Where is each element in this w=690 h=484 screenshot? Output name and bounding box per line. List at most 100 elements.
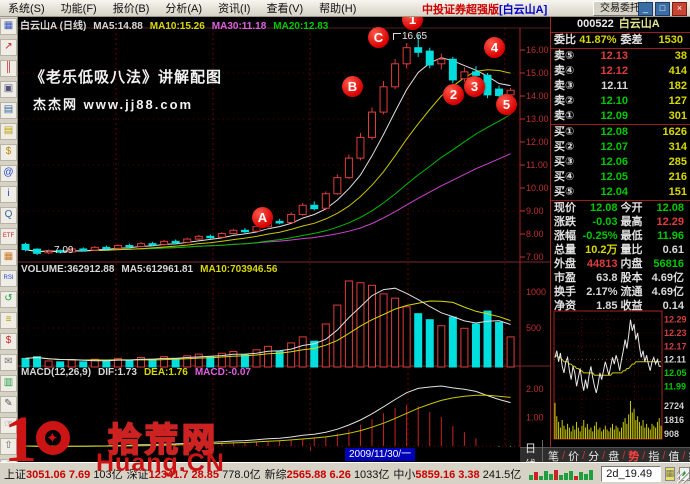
stock-info-rows: 现价 12.08 今开 12.08 涨跌 -0.03 最高 12.29 涨幅 -0.25% 最低 11… [551, 201, 690, 326]
info-row-0: 现价 12.08 今开 12.08 [554, 202, 684, 214]
app-title: 中投证券超强版[白云山A] [422, 1, 547, 17]
table-icon[interactable]: ▤ [0, 102, 17, 119]
header-segment: 白云山A (日线) [20, 21, 87, 32]
header-segment: MA10:703946.56 [200, 264, 278, 275]
date-axis-row: 2009/11/30/一 [18, 447, 520, 462]
kline-icon[interactable]: ║ [0, 60, 17, 77]
etf-icon[interactable]: ETF [0, 228, 17, 245]
bid-row-5: 买⑤ 12.04 151 [554, 186, 687, 198]
index-quotes: 上证3051.06 7.69 103亿 深证12341.7 28.85 778.0… [0, 466, 521, 482]
quote-grid-icon[interactable]: ▦ [0, 18, 17, 35]
svg-text:13.00: 13.00 [526, 114, 549, 124]
info-row-4: 外盘 44813 内盘 56816 [554, 258, 684, 270]
menu-item-2[interactable]: 报价(B) [105, 0, 158, 16]
palette-icon[interactable]: ▦ [0, 249, 17, 266]
refresh-icon[interactable]: ↺ [0, 291, 17, 308]
svg-text:16.00: 16.00 [526, 45, 549, 55]
svg-text:12.29: 12.29 [664, 315, 687, 325]
svg-text:908: 908 [664, 429, 679, 439]
mini-bar [574, 475, 579, 480]
svg-text:15.00: 15.00 [526, 68, 549, 78]
bid-row-1: 买① 12.08 1626 [554, 126, 687, 138]
app-title-red: 中投证券超强版 [422, 4, 499, 16]
maximize-button[interactable]: □ [655, 2, 670, 16]
header-segment: MA5:612961.81 [121, 264, 194, 275]
grid-status-icon[interactable]: ▦ [664, 466, 676, 481]
bid-levels: 买① 12.08 1626 买② 12.07 314 买③ 12.06 285 买④ 12.05 21… [551, 125, 690, 200]
mini-bar [589, 469, 594, 480]
header-segment: DEA:1.76 [143, 367, 188, 378]
up-arrow-icon[interactable]: ⇧ [0, 438, 17, 455]
trend-chart-icon[interactable]: ↗ [0, 39, 17, 56]
resize-grip[interactable] [677, 471, 689, 483]
moneybag-icon[interactable]: $ [0, 144, 17, 161]
index-深证: 深证12341.7 28.85 778.0亿 [126, 468, 261, 481]
chart-header: 白云山A (日线) MA5:14.88 MA10:15.26 MA30:11.18 MA… [20, 17, 335, 32]
bid-row-3: 买③ 12.06 285 [554, 156, 687, 168]
mark-circle-B: B [342, 76, 363, 97]
mark-circle-A: A [252, 207, 273, 228]
hand-icon[interactable]: ☞ [0, 417, 17, 434]
svg-text:11.00: 11.00 [526, 160, 548, 170]
book-icon[interactable]: ▥ [0, 375, 17, 392]
svg-text:12.17: 12.17 [664, 341, 687, 351]
title-menu-bar: 系统(S) 功能(F) 报价(B) 分析(A) 资讯(I) 查看(V) 帮助(H) 中投证券… [0, 0, 690, 17]
date-tick [213, 447, 214, 451]
mark-circle-2: 2 [443, 84, 464, 105]
session-indicator[interactable]: 2d_19.49 [601, 465, 661, 482]
svg-text:2.00: 2.00 [526, 384, 544, 394]
menu-item-6[interactable]: 帮助(H) [311, 0, 364, 16]
weicha-value: 1530 [658, 34, 683, 46]
weibi-value: 41.87% [579, 34, 617, 46]
macd-header: MACD(12,26,9) DIF:1.73 DEA:1.76 MACD:-0.07 [21, 367, 258, 378]
menu-item-4[interactable]: 资讯(I) [210, 0, 258, 16]
header-segment: MA10:15.26 [149, 21, 205, 32]
info-row-2: 涨幅 -0.25% 最低 11.96 [554, 230, 684, 242]
header-segment: MA30:11.18 [211, 21, 267, 32]
note-icon[interactable]: ▤ [0, 123, 17, 140]
search-doc-icon[interactable]: Q [0, 207, 17, 224]
trading-app-window: { "window": { "menu": ["系统(S)","功能(F)","… [0, 0, 690, 484]
info-row-6: 换手 2.17% 流通 4.69亿 [554, 286, 684, 298]
menu-item-1[interactable]: 功能(F) [53, 0, 105, 16]
menu-item-5[interactable]: 查看(V) [258, 0, 311, 16]
svg-text:14.00: 14.00 [526, 91, 549, 101]
low-price-annotation: ←7.09 [44, 245, 74, 256]
close-button[interactable]: × [672, 2, 687, 16]
date-tick [116, 447, 117, 451]
annotation-title: 《老乐低吸八法》讲解配图 [30, 69, 223, 86]
windows-icon[interactable]: ▣ [0, 81, 17, 98]
ask-levels: 卖⑤ 12.13 38 卖④ 12.12 414 卖③ 12.11 182 卖② 12.10 127 卖… [551, 49, 690, 124]
info-row-5: 市盈 63.8 股本 4.69亿 [554, 272, 684, 284]
stock-code: 000522 [577, 18, 614, 30]
svg-text:1816: 1816 [664, 415, 684, 425]
minimize-button[interactable]: _ [638, 2, 653, 16]
menu-item-3[interactable]: 分析(A) [157, 0, 210, 16]
rsi-icon[interactable]: RSI [0, 270, 17, 287]
annotation-subtitle: 杰杰网 www.jj88.com [33, 97, 194, 112]
mark-circle-3: 3 [464, 76, 485, 97]
svg-text:1.00: 1.00 [526, 412, 544, 422]
volume-header: VOLUME:362912.88 MA5:612961.81 MA10:703946… [21, 264, 284, 275]
svg-text:7.00: 7.00 [526, 252, 544, 262]
menu-item-0[interactable]: 系统(S) [0, 0, 53, 16]
intraday-mini-chart: 12.29 12.23 12.17 12.11 12.05 11.99 2724 1816 90… [553, 310, 687, 440]
market-minibars [529, 468, 594, 480]
mini-bar [534, 471, 539, 480]
info-icon[interactable]: i [0, 186, 17, 203]
index-新综: 新综2565.88 6.26 1033亿 [264, 468, 390, 481]
mail-icon[interactable]: ✉ [0, 354, 17, 371]
pen-icon[interactable]: ✎ [0, 396, 17, 413]
svg-text:9.00: 9.00 [526, 206, 544, 216]
app-title-stock: [白云山A] [499, 4, 548, 16]
mini-bar [579, 471, 584, 480]
ask-row-1: 卖① 12.09 301 [554, 110, 687, 122]
doc-lines-icon[interactable]: ≡ [0, 312, 17, 329]
svg-text:10.00: 10.00 [526, 183, 549, 193]
svg-text:11.99: 11.99 [664, 381, 686, 391]
at-icon[interactable]: @ [0, 165, 17, 182]
svg-text:1000: 1000 [526, 287, 546, 297]
peak-corner-mark [393, 32, 401, 40]
mini-bar [554, 469, 559, 480]
dollar-icon[interactable]: $ [0, 333, 17, 350]
